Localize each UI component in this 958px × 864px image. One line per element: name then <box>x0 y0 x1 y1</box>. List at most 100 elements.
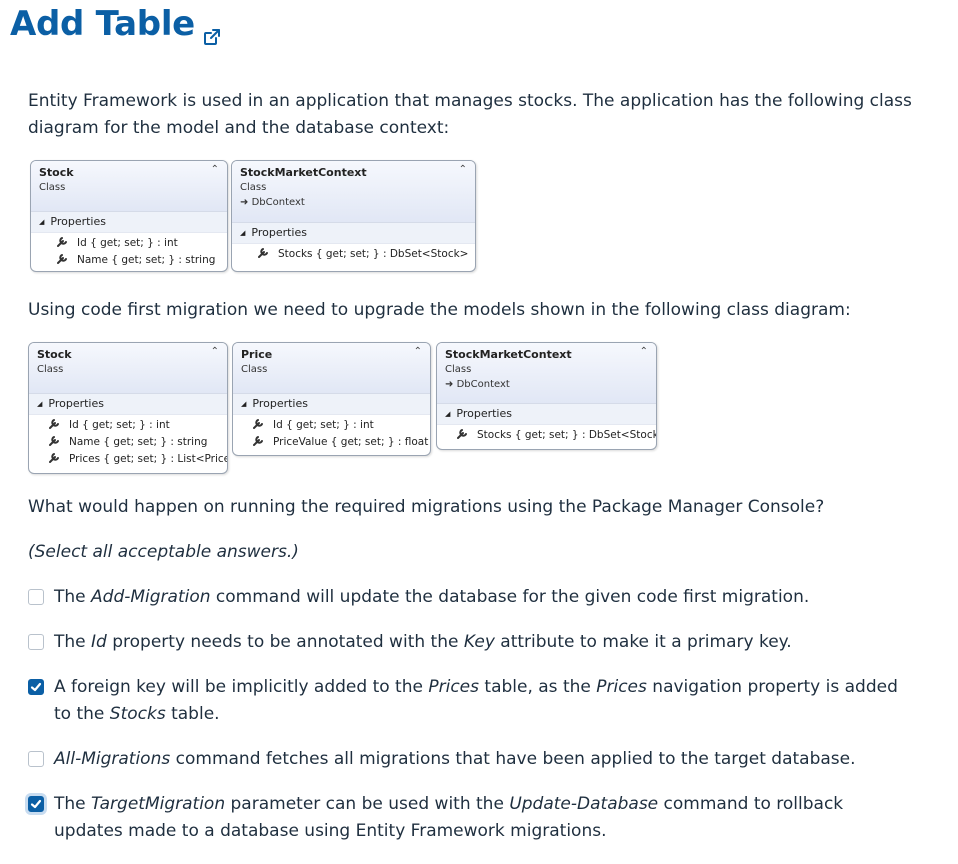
wrench-icon <box>57 237 67 247</box>
answer-text: The TargetMigration parameter can be use… <box>54 794 844 841</box>
section-label: Properties <box>251 226 307 239</box>
property-text: PriceValue { get; set; } : float <box>273 436 429 448</box>
wrench-icon <box>253 419 263 429</box>
properties-section-header[interactable]: ◢ Properties <box>29 394 227 415</box>
base-class: ➜ DbContext <box>240 195 467 210</box>
answer-text: The Add-Migration command will update th… <box>54 587 810 607</box>
external-link-icon[interactable] <box>203 15 221 45</box>
double-chevron-up-icon[interactable]: ⌃︎ <box>211 164 219 175</box>
property-row: Prices { get; set; } : List<Price> <box>29 451 227 468</box>
property-text: Name { get; set; } : string <box>77 254 216 266</box>
page-title-text: Add Table <box>10 4 195 44</box>
property-row: PriceValue { get; set; } : float <box>233 434 430 451</box>
class-type: Class <box>39 182 66 193</box>
base-class: ➜ DbContext <box>445 377 648 392</box>
property-text: Name { get; set; } : string <box>69 436 208 448</box>
checkbox-checked[interactable] <box>28 679 44 695</box>
inheritance-arrow-icon: ➜ <box>445 379 454 390</box>
intro-paragraph-1: Entity Framework is used in an applicati… <box>28 91 912 138</box>
class-card-header: StockMarketContext Class ➜ DbContext ⌃︎ <box>232 161 475 223</box>
property-text: Id { get; set; } : int <box>273 419 374 431</box>
property-row: Id { get; set; } : int <box>31 235 227 252</box>
class-type: Class <box>445 364 472 375</box>
section-label: Properties <box>50 215 106 228</box>
section-label: Properties <box>456 407 512 420</box>
class-name: Stock <box>39 166 74 179</box>
class-type: Class <box>37 364 64 375</box>
answer-option-5[interactable]: The TargetMigration parameter can be use… <box>28 791 908 845</box>
property-row: Stocks { get; set; } : DbSet<Stock> <box>232 246 475 263</box>
class-card-stock: Stock Class ⌃︎ ◢ Properties Id { get; set… <box>30 160 228 272</box>
class-card-header: Price Class ⌃︎ <box>233 343 430 394</box>
expand-triangle-icon: ◢ <box>445 410 451 418</box>
checkbox-checked[interactable] <box>28 796 44 812</box>
class-name: StockMarketContext <box>445 348 572 361</box>
wrench-icon <box>49 436 59 446</box>
answer-option-1[interactable]: The Add-Migration command will update th… <box>28 584 928 611</box>
expand-triangle-icon: ◢ <box>240 229 246 237</box>
property-row: Id { get; set; } : int <box>233 417 430 434</box>
question-text: What would happen on running the require… <box>28 497 825 517</box>
answer-text: A foreign key will be implicitly added t… <box>54 677 898 724</box>
properties-section-header[interactable]: ◢ Properties <box>232 223 475 244</box>
inheritance-arrow-icon: ➜ <box>240 197 249 208</box>
properties-list: Id { get; set; } : int Name { get; set; … <box>29 415 227 472</box>
wrench-icon <box>49 453 59 463</box>
properties-list: Id { get; set; } : int PriceValue { get;… <box>233 415 430 455</box>
answer-option-4[interactable]: All-Migrations command fetches all migra… <box>28 746 928 773</box>
class-card-stock: Stock Class ⌃︎ ◢ Properties Id { get; set… <box>28 342 228 474</box>
class-card-header: Stock Class ⌃︎ <box>29 343 227 394</box>
answer-option-2[interactable]: The Id property needs to be annotated wi… <box>28 629 928 656</box>
base-class-name: DbContext <box>456 379 510 390</box>
properties-section-header[interactable]: ◢ Properties <box>31 212 227 233</box>
property-row: Name { get; set; } : string <box>31 252 227 269</box>
wrench-icon <box>57 254 67 264</box>
double-chevron-up-icon[interactable]: ⌃︎ <box>459 164 467 175</box>
class-name: StockMarketContext <box>240 166 367 179</box>
double-chevron-up-icon[interactable]: ⌃︎ <box>211 346 219 357</box>
class-card-stockmarketcontext: StockMarketContext Class ➜ DbContext ⌃︎ … <box>231 160 476 272</box>
double-chevron-up-icon[interactable]: ⌃︎ <box>640 346 648 357</box>
wrench-icon <box>49 419 59 429</box>
checkmark-icon <box>30 682 42 692</box>
wrench-icon <box>457 429 467 439</box>
class-type: Class <box>240 182 267 193</box>
property-row: Name { get; set; } : string <box>29 434 227 451</box>
class-card-header: StockMarketContext Class ➜ DbContext ⌃︎ <box>437 343 656 404</box>
answer-option-3[interactable]: A foreign key will be implicitly added t… <box>28 674 908 728</box>
wrench-icon <box>253 436 263 446</box>
class-name: Price <box>241 348 273 361</box>
properties-list: Stocks { get; set; } : DbSet<Stock> <box>232 244 475 267</box>
property-row: Stocks { get; set; } : DbSet<Stock> <box>437 427 656 444</box>
class-name: Stock <box>37 348 72 361</box>
property-text: Prices { get; set; } : List<Price> <box>69 453 228 465</box>
property-row: Id { get; set; } : int <box>29 417 227 434</box>
class-type: Class <box>241 364 268 375</box>
checkbox[interactable] <box>28 634 44 650</box>
checkbox[interactable] <box>28 589 44 605</box>
base-class-name: DbContext <box>251 197 305 208</box>
properties-list: Id { get; set; } : int Name { get; set; … <box>31 233 227 271</box>
answer-text: All-Migrations command fetches all migra… <box>54 749 856 769</box>
property-text: Id { get; set; } : int <box>69 419 170 431</box>
double-chevron-up-icon[interactable]: ⌃︎ <box>414 346 422 357</box>
section-label: Properties <box>252 397 308 410</box>
expand-triangle-icon: ◢ <box>37 400 43 408</box>
wrench-icon <box>258 248 268 258</box>
instruction-text: (Select all acceptable answers.) <box>28 542 299 562</box>
intro-paragraph-2: Using code first migration we need to up… <box>28 300 851 320</box>
properties-section-header[interactable]: ◢ Properties <box>233 394 430 415</box>
checkmark-icon <box>30 799 42 809</box>
page-title: Add Table <box>10 4 221 45</box>
expand-triangle-icon: ◢ <box>39 218 45 226</box>
section-label: Properties <box>48 397 104 410</box>
checkbox[interactable] <box>28 751 44 767</box>
properties-list: Stocks { get; set; } : DbSet<Stock> <box>437 425 656 448</box>
property-text: Id { get; set; } : int <box>77 237 178 249</box>
expand-triangle-icon: ◢ <box>241 400 247 408</box>
property-text: Stocks { get; set; } : DbSet<Stock> <box>278 248 469 260</box>
answer-text: The Id property needs to be annotated wi… <box>54 632 792 652</box>
property-text: Stocks { get; set; } : DbSet<Stock> <box>477 429 657 441</box>
properties-section-header[interactable]: ◢ Properties <box>437 404 656 425</box>
class-card-price: Price Class ⌃︎ ◢ Properties Id { get; set… <box>232 342 431 456</box>
